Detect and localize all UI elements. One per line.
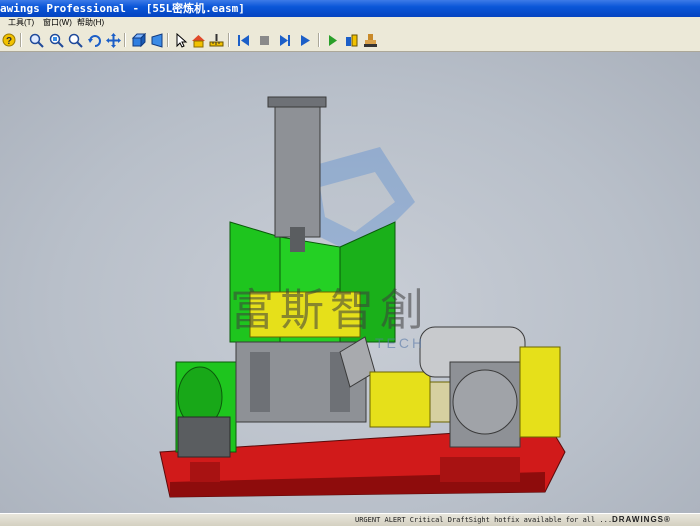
- menu-bar: 工具(T) 窗口(W) 帮助(H): [0, 17, 700, 29]
- zoom-to-area-icon[interactable]: [67, 32, 83, 48]
- play-icon[interactable]: [276, 32, 292, 48]
- 3d-viewport[interactable]: 富斯智創 TECH: [0, 52, 700, 513]
- ram-cylinder: [267, 96, 327, 252]
- brand-logo: DRAWINGS®: [612, 515, 671, 524]
- go-to-end-icon[interactable]: [297, 32, 313, 48]
- menu-tools[interactable]: 工具(T): [8, 17, 34, 29]
- svg-text:?: ?: [6, 36, 12, 47]
- measure-icon[interactable]: [208, 32, 224, 48]
- stop-icon[interactable]: [256, 32, 272, 48]
- explode-icon[interactable]: [343, 32, 359, 48]
- home-view-icon[interactable]: [190, 32, 206, 48]
- watermark-sub: TECH: [375, 335, 426, 351]
- stamp-icon[interactable]: [362, 32, 378, 48]
- zoom-to-fit-icon[interactable]: [48, 32, 64, 48]
- perspective-icon[interactable]: [148, 32, 164, 48]
- help-icon[interactable]: ?: [1, 32, 17, 48]
- zoom-in-out-icon[interactable]: [28, 32, 44, 48]
- watermark-text: 富斯智創: [230, 285, 430, 336]
- shaded-view-icon[interactable]: [130, 32, 146, 48]
- window-title: awings Professional - [55L密炼机.easm]: [0, 2, 245, 15]
- title-bar: awings Professional - [55L密炼机.easm]: [0, 0, 700, 17]
- pan-icon[interactable]: [105, 32, 121, 48]
- select-icon[interactable]: [172, 32, 188, 48]
- menu-window[interactable]: 窗口(W): [43, 17, 72, 29]
- gearbox-left: [175, 361, 237, 458]
- taskbar: URGENT ALERT Critical DraftSight hotfix …: [0, 513, 700, 526]
- alert-text[interactable]: URGENT ALERT Critical DraftSight hotfix …: [355, 514, 612, 526]
- animation-icon[interactable]: [324, 32, 340, 48]
- go-to-start-icon[interactable]: [235, 32, 251, 48]
- menu-help[interactable]: 帮助(H): [77, 17, 104, 29]
- toolbar: ?: [0, 29, 700, 52]
- rotate-icon[interactable]: [86, 32, 102, 48]
